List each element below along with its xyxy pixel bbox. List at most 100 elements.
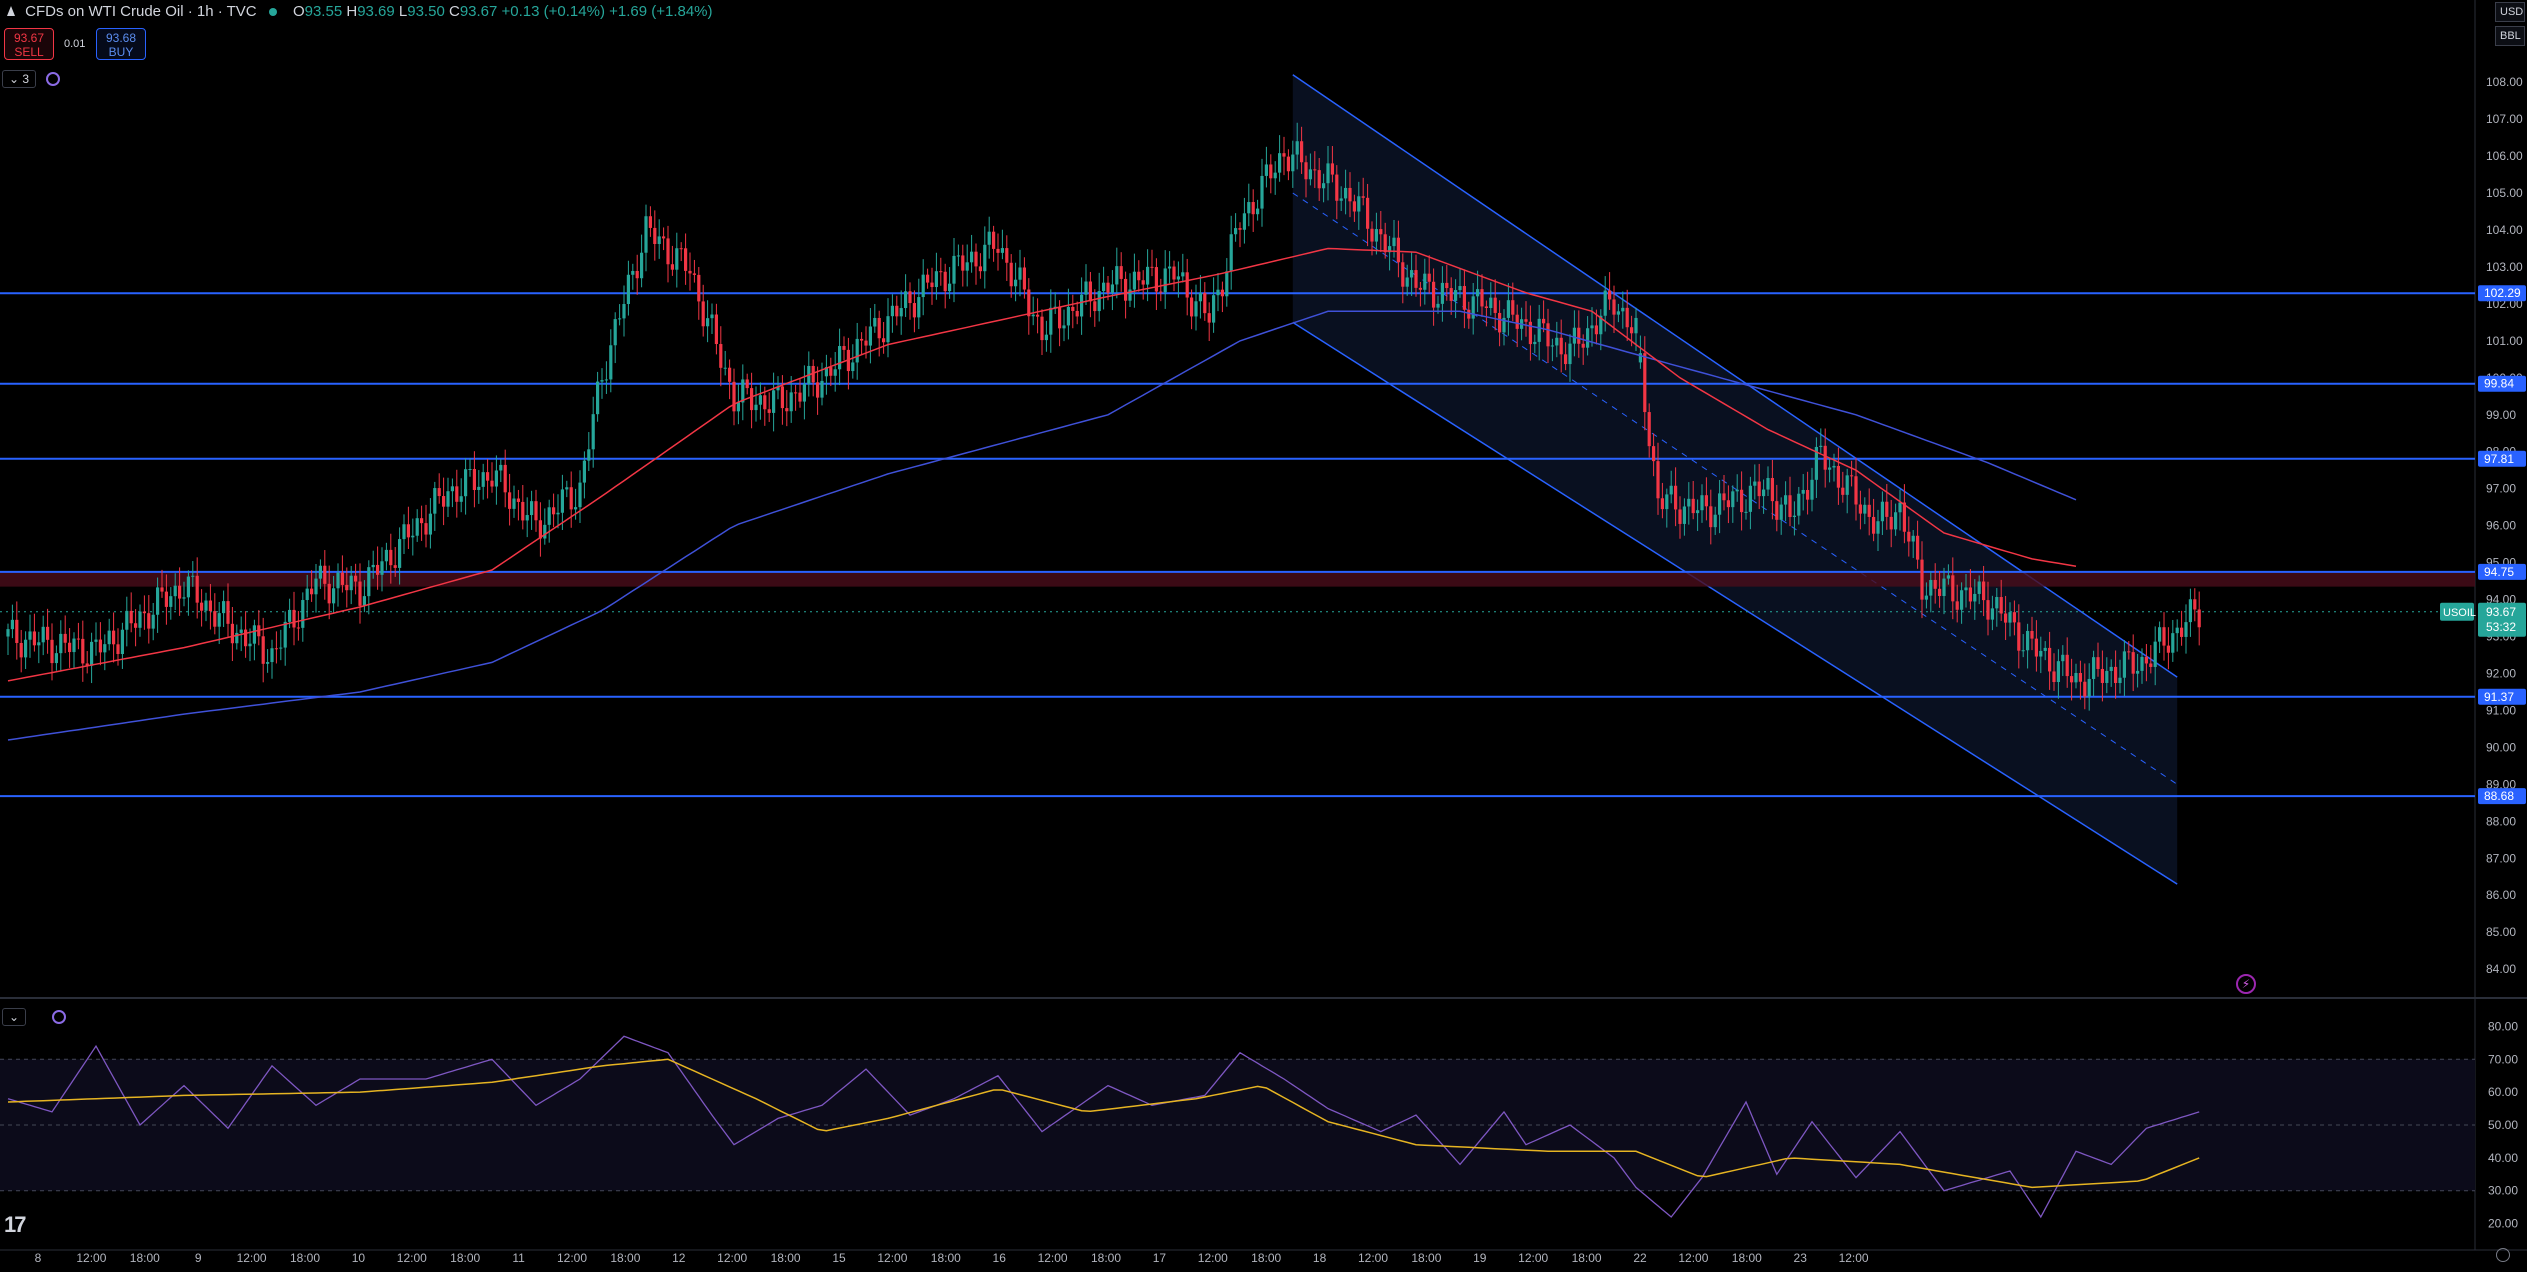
candle-body[interactable] bbox=[442, 496, 446, 507]
candle-body[interactable] bbox=[151, 614, 155, 629]
candle-body[interactable] bbox=[2026, 630, 2030, 651]
candle-body[interactable] bbox=[2153, 641, 2157, 667]
candle-body[interactable] bbox=[1621, 307, 1625, 312]
candle-body[interactable] bbox=[1102, 282, 1106, 292]
gear-icon[interactable] bbox=[2496, 1248, 2510, 1262]
candle-body[interactable] bbox=[2105, 670, 2109, 683]
candle-body[interactable] bbox=[829, 367, 833, 376]
candle-body[interactable] bbox=[1999, 597, 2003, 614]
candle-body[interactable] bbox=[1542, 318, 1546, 324]
candle-body[interactable] bbox=[1361, 196, 1365, 198]
candle-body[interactable] bbox=[1260, 175, 1264, 209]
candle-body[interactable] bbox=[2048, 647, 2052, 672]
candle-body[interactable] bbox=[1401, 262, 1405, 287]
candle-body[interactable] bbox=[692, 273, 696, 275]
candle-body[interactable] bbox=[754, 404, 758, 411]
candle-body[interactable] bbox=[618, 318, 622, 320]
candle-body[interactable] bbox=[600, 380, 604, 382]
candle-body[interactable] bbox=[1757, 481, 1761, 497]
candle-body[interactable] bbox=[2180, 627, 2184, 637]
candle-body[interactable] bbox=[420, 518, 424, 524]
candle-body[interactable] bbox=[459, 496, 463, 502]
candle-body[interactable] bbox=[200, 602, 204, 611]
candle-body[interactable] bbox=[1850, 475, 1854, 477]
candle-body[interactable] bbox=[1533, 341, 1537, 345]
candle-body[interactable] bbox=[758, 395, 762, 405]
candle-body[interactable] bbox=[930, 282, 934, 288]
candle-body[interactable] bbox=[1982, 581, 1986, 601]
candle-body[interactable] bbox=[327, 583, 331, 604]
candle-body[interactable] bbox=[904, 291, 908, 309]
candle-body[interactable] bbox=[468, 469, 472, 471]
candle-body[interactable] bbox=[2012, 612, 2016, 623]
candle-body[interactable] bbox=[305, 588, 309, 601]
candle-body[interactable] bbox=[1150, 266, 1154, 268]
candle-body[interactable] bbox=[1370, 228, 1374, 242]
candle-body[interactable] bbox=[1801, 489, 1805, 494]
candle-body[interactable] bbox=[1735, 489, 1739, 492]
candle-body[interactable] bbox=[1462, 286, 1466, 310]
candle-body[interactable] bbox=[1049, 307, 1053, 335]
candle-body[interactable] bbox=[15, 619, 19, 643]
candle-body[interactable] bbox=[943, 271, 947, 292]
candle-body[interactable] bbox=[1643, 353, 1647, 413]
candle-body[interactable] bbox=[138, 611, 142, 628]
candle-body[interactable] bbox=[921, 274, 925, 298]
candle-body[interactable] bbox=[371, 564, 375, 568]
candle-body[interactable] bbox=[1238, 228, 1242, 230]
candle-body[interactable] bbox=[2171, 633, 2175, 653]
buy-button[interactable]: 93.68 BUY bbox=[96, 28, 146, 60]
candle-body[interactable] bbox=[1088, 281, 1092, 302]
candle-body[interactable] bbox=[534, 501, 538, 521]
candle-body[interactable] bbox=[63, 633, 67, 643]
candle-body[interactable] bbox=[2166, 645, 2170, 653]
candle-body[interactable] bbox=[1132, 271, 1136, 290]
candle-body[interactable] bbox=[28, 631, 32, 640]
candle-body[interactable] bbox=[1115, 266, 1119, 285]
candle-body[interactable] bbox=[37, 642, 41, 646]
candle-body[interactable] bbox=[1423, 273, 1427, 290]
candle-body[interactable] bbox=[261, 636, 265, 664]
candle-body[interactable] bbox=[1282, 153, 1286, 157]
candle-body[interactable] bbox=[59, 633, 63, 654]
candle-body[interactable] bbox=[1916, 535, 1920, 560]
candle-body[interactable] bbox=[1836, 465, 1840, 488]
candle-body[interactable] bbox=[657, 236, 661, 244]
candle-body[interactable] bbox=[2158, 627, 2162, 642]
candle-body[interactable] bbox=[208, 600, 212, 612]
candle-body[interactable] bbox=[983, 244, 987, 272]
candle-body[interactable] bbox=[1317, 170, 1321, 189]
candle-body[interactable] bbox=[1273, 172, 1277, 179]
candle-body[interactable] bbox=[877, 317, 881, 339]
candle-body[interactable] bbox=[1907, 531, 1911, 542]
candle-body[interactable] bbox=[244, 629, 248, 647]
candle-body[interactable] bbox=[1335, 174, 1339, 201]
candle-body[interactable] bbox=[1506, 300, 1510, 318]
candle-body[interactable] bbox=[301, 600, 305, 628]
unit-selector[interactable]: BBL bbox=[2495, 26, 2525, 46]
candle-body[interactable] bbox=[2184, 622, 2188, 637]
candle-body[interactable] bbox=[723, 367, 727, 369]
candle-body[interactable] bbox=[1018, 267, 1022, 280]
candle-body[interactable] bbox=[996, 248, 1000, 253]
candle-body[interactable] bbox=[2096, 657, 2100, 669]
candle-body[interactable] bbox=[213, 611, 217, 627]
candle-body[interactable] bbox=[1256, 208, 1260, 215]
candle-body[interactable] bbox=[1779, 504, 1783, 520]
candle-body[interactable] bbox=[578, 482, 582, 508]
candle-body[interactable] bbox=[1084, 281, 1088, 295]
candle-body[interactable] bbox=[2175, 627, 2179, 634]
candle-body[interactable] bbox=[1647, 412, 1651, 447]
candle-body[interactable] bbox=[1546, 323, 1550, 347]
candle-body[interactable] bbox=[2100, 668, 2104, 683]
candle-body[interactable] bbox=[978, 266, 982, 272]
candle-body[interactable] bbox=[956, 255, 960, 257]
candle-body[interactable] bbox=[2078, 672, 2082, 682]
candle-body[interactable] bbox=[389, 549, 393, 566]
candle-body[interactable] bbox=[543, 524, 547, 539]
candle-body[interactable] bbox=[1445, 282, 1449, 289]
candle-body[interactable] bbox=[2034, 638, 2038, 657]
candle-body[interactable] bbox=[1942, 578, 1946, 597]
candle-body[interactable] bbox=[1159, 291, 1163, 293]
candle-body[interactable] bbox=[32, 631, 36, 646]
